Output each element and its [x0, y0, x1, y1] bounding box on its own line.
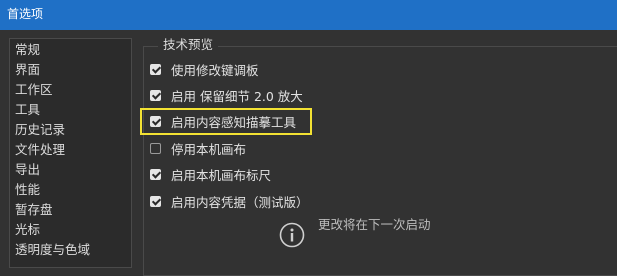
checkbox[interactable] [150, 115, 161, 127]
sidebar-item-history[interactable]: 历史记录 [10, 120, 131, 140]
checkbox[interactable] [150, 89, 161, 101]
option-label: 停用本机画布 [171, 141, 247, 157]
checkbox[interactable] [150, 142, 161, 154]
sidebar-item-tools[interactable]: 工具 [10, 100, 131, 120]
sidebar-item-transparency-gamut[interactable]: 透明度与色域 [10, 240, 131, 260]
checkbox[interactable] [150, 195, 161, 207]
sidebar-item-label: 历史记录 [15, 122, 66, 137]
option-label: 启用本机画布标尺 [171, 167, 272, 183]
sidebar-item-interface[interactable]: 界面 [10, 60, 131, 80]
preferences-sidebar: 常规 界面 工作区 工具 历史记录 文件处理 导出 性能 暂存盘 光标 透明度与… [9, 38, 132, 268]
sidebar-item-export[interactable]: 导出 [10, 160, 131, 180]
option-label: 使用修改键调板 [171, 62, 259, 78]
technology-preview-group [143, 46, 617, 276]
option-label: 启用 保留细节 2.0 放大 [171, 88, 303, 104]
option-label: 启用内容感知描摹工具 [171, 114, 297, 130]
sidebar-item-label: 透明度与色域 [15, 242, 91, 257]
option-preserve-details-2[interactable]: 启用 保留细节 2.0 放大 [150, 85, 303, 105]
sidebar-item-label: 文件处理 [15, 142, 66, 157]
sidebar-item-label: 光标 [15, 222, 41, 237]
option-disable-native-canvas[interactable]: 停用本机画布 [150, 138, 246, 158]
option-content-aware-tracing-tool[interactable]: 启用内容感知描摹工具 [150, 111, 296, 131]
sidebar-item-performance[interactable]: 性能 [10, 180, 131, 200]
sidebar-item-label: 导出 [15, 162, 41, 177]
sidebar-item-label: 工作区 [15, 82, 53, 97]
sidebar-item-label: 工具 [15, 102, 41, 117]
sidebar-item-file-handling[interactable]: 文件处理 [10, 140, 131, 160]
restart-notice: 更改将在下一次启动 [318, 217, 431, 232]
group-title: 技术预览 [158, 37, 219, 53]
sidebar-item-label: 界面 [15, 62, 41, 77]
sidebar-item-cursors[interactable]: 光标 [10, 220, 131, 240]
info-icon [279, 222, 305, 248]
sidebar-item-scratch-disks[interactable]: 暂存盘 [10, 200, 131, 220]
checkbox[interactable] [150, 168, 161, 180]
option-modifier-keys-palette[interactable]: 使用修改键调板 [150, 59, 259, 79]
option-native-canvas-rulers[interactable]: 启用本机画布标尺 [150, 164, 271, 184]
window-titlebar: 首选项 [0, 0, 617, 30]
sidebar-item-label: 常规 [15, 42, 41, 57]
option-content-credentials-beta[interactable]: 启用内容凭据（测试版） [150, 191, 309, 211]
option-label: 启用内容凭据（测试版） [171, 194, 309, 210]
window-title: 首选项 [7, 7, 44, 21]
sidebar-item-label: 暂存盘 [15, 202, 53, 217]
checkbox[interactable] [150, 63, 161, 75]
sidebar-item-workspace[interactable]: 工作区 [10, 80, 131, 100]
sidebar-item-label: 性能 [15, 182, 41, 197]
sidebar-item-general[interactable]: 常规 [10, 40, 131, 60]
